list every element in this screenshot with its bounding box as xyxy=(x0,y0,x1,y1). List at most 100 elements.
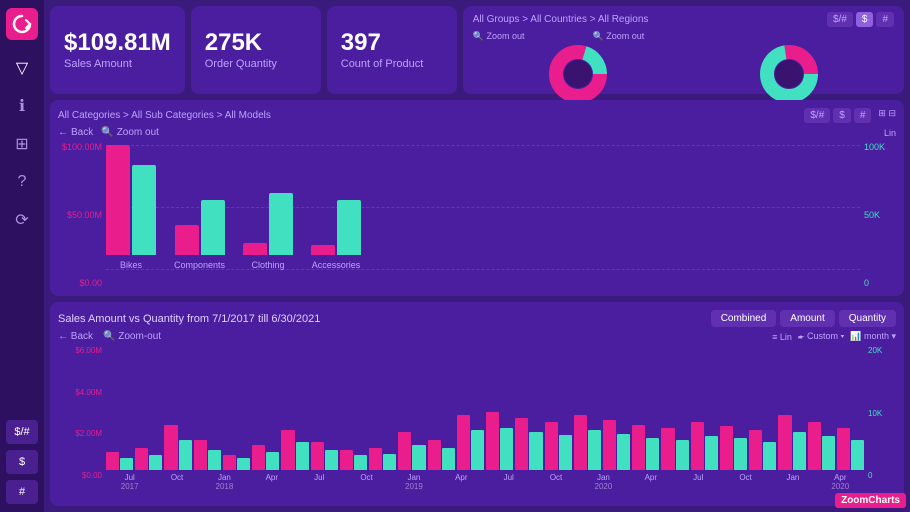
bar-chart-panel: All Categories > All Sub Categories > Al… xyxy=(50,100,904,296)
y-right-50k: 50K xyxy=(864,210,880,220)
sidebar-btn-hash[interactable]: # xyxy=(6,480,38,504)
time-bar-teal xyxy=(179,440,192,470)
lin-label: Lin xyxy=(884,128,896,138)
time-bar-teal xyxy=(500,428,513,470)
kpi-product-label: Count of Product xyxy=(341,58,443,70)
time-bar-group xyxy=(545,422,572,470)
time-bar-pink xyxy=(281,430,294,470)
donut-zoom-left[interactable]: 🔍 Zoom out xyxy=(473,31,525,42)
time-bars-inner xyxy=(106,346,864,470)
donut-buttons: $/# $ # xyxy=(827,12,894,27)
time-bar-teal xyxy=(237,458,250,470)
time-chart-title: Sales Amount vs Quantity from 7/1/2017 t… xyxy=(58,313,320,325)
time-bar-pink xyxy=(632,425,645,470)
time-bar-teal xyxy=(266,452,279,470)
sidebar-icon-grid[interactable]: ⊞ xyxy=(6,128,38,160)
chart-btn-dollar-hash[interactable]: $/# xyxy=(804,108,830,123)
time-bar-pink xyxy=(311,442,324,470)
y-axis-right: 100K 50K 0 xyxy=(860,142,896,288)
zoom-out-button[interactable]: 🔍 Zoom out xyxy=(101,127,159,138)
sidebar-icon-info[interactable]: ℹ xyxy=(6,90,38,122)
chart-btn-dollar[interactable]: $ xyxy=(833,108,851,123)
time-bar-pink xyxy=(428,440,441,470)
time-bar-teal xyxy=(705,436,718,470)
time-y-left: $6.00M $4.00M $2.00M $0.00 xyxy=(58,346,106,498)
bar-group-components: Components xyxy=(174,200,225,270)
donut-zoom-row: 🔍 Zoom out 🔍 Zoom out xyxy=(473,31,894,42)
donut-btn-dollar[interactable]: $ xyxy=(856,12,874,27)
top-row: $109.81M Sales Amount 275K Order Quantit… xyxy=(50,6,904,94)
y-right-0: 0 xyxy=(864,278,869,288)
time-bar-group xyxy=(691,422,718,470)
bar-label-clothing: Clothing xyxy=(252,260,285,270)
time-month-label[interactable]: 📊 month ▾ xyxy=(850,331,896,342)
time-x-labels: Jul2017OctJan2018AprJulOctJan2019AprJulO… xyxy=(106,470,864,498)
time-zoom-button[interactable]: 🔍 Zoom-out xyxy=(103,331,161,342)
time-chart-area: $6.00M $4.00M $2.00M $0.00 Jul2017OctJan… xyxy=(58,346,896,498)
sidebar: ▽ ℹ ⊞ ? ⟳ $/# $ # xyxy=(0,0,44,512)
time-bar-group xyxy=(194,440,221,470)
time-bar-group xyxy=(106,452,133,470)
sidebar-icon-refresh[interactable]: ⟳ xyxy=(6,204,38,236)
time-bar-group xyxy=(340,450,367,470)
time-bar-pink xyxy=(749,430,762,470)
sidebar-btn-dollar-hash[interactable]: $/# xyxy=(6,420,38,444)
time-bar-pink xyxy=(691,422,704,470)
time-y-left-2m: $2.00M xyxy=(75,429,102,438)
chart-nav: ← Back 🔍 Zoom out Lin xyxy=(58,127,896,138)
kpi-sales-label: Sales Amount xyxy=(64,58,171,70)
middle-row: All Categories > All Sub Categories > Al… xyxy=(50,100,904,296)
view-btn-combined[interactable]: Combined xyxy=(711,310,777,327)
view-btn-quantity[interactable]: Quantity xyxy=(839,310,896,327)
time-bar-pink xyxy=(486,412,499,470)
time-x-label: Jan2018 xyxy=(201,473,248,498)
time-bar-teal xyxy=(149,455,162,470)
y-right-100k: 100K xyxy=(864,142,885,152)
sidebar-btn-dollar[interactable]: $ xyxy=(6,450,38,474)
bottom-nav-left: ← Back 🔍 Zoom-out xyxy=(58,331,161,342)
time-back-button[interactable]: ← Back xyxy=(58,331,93,342)
view-buttons: Combined Amount Quantity xyxy=(711,310,896,327)
time-bar-group xyxy=(281,430,308,470)
bar-pair-bikes xyxy=(106,145,156,255)
donut-btn-hash[interactable]: # xyxy=(876,12,894,27)
time-bar-group xyxy=(486,412,513,470)
donut-panel: All Groups > All Countries > All Regions… xyxy=(463,6,904,94)
time-bar-pink xyxy=(837,428,850,470)
time-bar-pink xyxy=(369,448,382,470)
kpi-sales-value: $109.81M xyxy=(64,30,171,56)
bars-container: Bikes Components xyxy=(106,145,860,288)
view-btn-amount[interactable]: Amount xyxy=(780,310,834,327)
time-bar-pink xyxy=(720,426,733,470)
time-bar-pink xyxy=(574,415,587,470)
bar-pair-components xyxy=(175,200,225,255)
chart-header: All Categories > All Sub Categories > Al… xyxy=(58,108,896,123)
time-y-left-4m: $4.00M xyxy=(75,388,102,397)
bar-accessories-pink xyxy=(311,245,335,255)
donut-header: All Groups > All Countries > All Regions… xyxy=(473,12,894,27)
time-bar-group xyxy=(398,432,425,470)
sidebar-icon-filter[interactable]: ▽ xyxy=(6,52,38,84)
time-x-label: Jul xyxy=(296,473,343,498)
zoomcharts-logo: ZoomCharts xyxy=(835,493,906,508)
donut-btn-dollar-hash[interactable]: $/# xyxy=(827,12,853,27)
time-lin-label: ≡ Lin xyxy=(772,332,792,342)
y-label-100m: $100.00M xyxy=(62,142,102,152)
kpi-quantity-label: Order Quantity xyxy=(205,58,307,70)
kpi-product-value: 397 xyxy=(341,30,443,56)
kpi-order-quantity: 275K Order Quantity xyxy=(191,6,321,94)
chart-btn-hash[interactable]: # xyxy=(854,108,872,123)
time-bar-pink xyxy=(457,415,470,470)
bar-group-bikes: Bikes xyxy=(106,145,156,270)
time-bar-teal xyxy=(383,454,396,470)
time-bar-group xyxy=(632,425,659,470)
time-bar-teal xyxy=(208,450,221,470)
bottom-row: Sales Amount vs Quantity from 7/1/2017 t… xyxy=(50,302,904,506)
app-logo[interactable] xyxy=(6,8,38,40)
back-button[interactable]: ← Back xyxy=(58,127,93,138)
donut-zoom-right[interactable]: 🔍 Zoom out xyxy=(592,31,644,42)
sidebar-icon-help[interactable]: ? xyxy=(6,166,38,198)
time-custom-label[interactable]: 🖝 Custom ▾ xyxy=(798,331,844,342)
time-x-label: Oct xyxy=(532,473,579,498)
time-bar-group xyxy=(515,418,542,470)
